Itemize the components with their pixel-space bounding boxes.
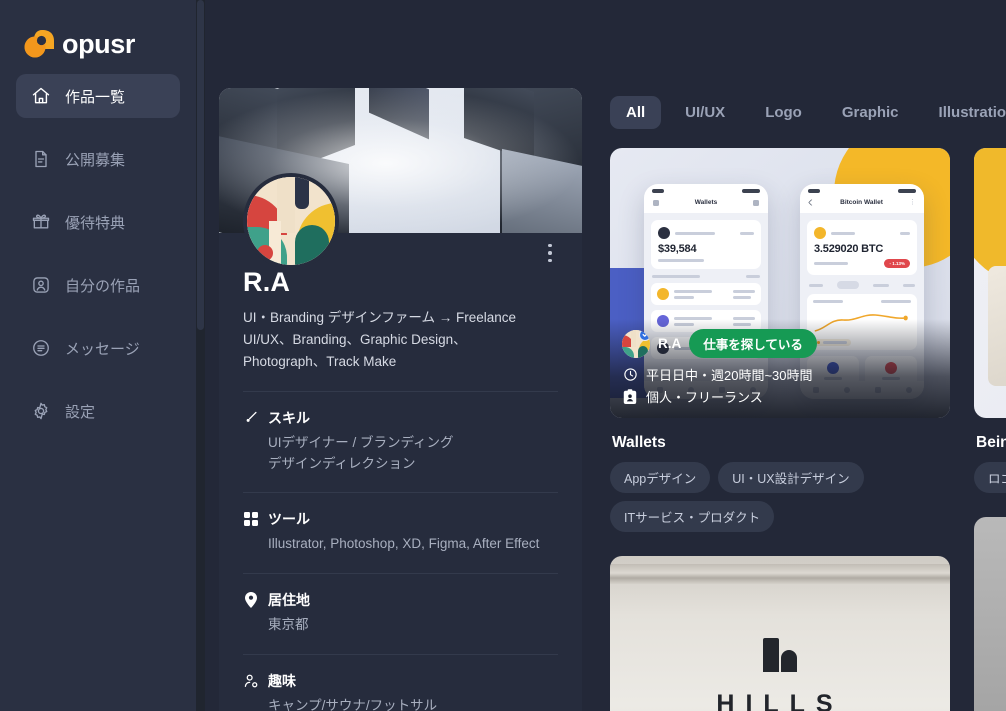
- change-badge: - 1.13%: [884, 259, 910, 268]
- work-card-hills[interactable]: HILLS REAL STATE: [610, 556, 950, 711]
- app-window: opusr 作品一覧 公開募集 優待特典 自分の作品 メッセージ 設定 R.A …: [0, 0, 1006, 711]
- profile-detail-location: 居住地 東京都: [219, 574, 582, 636]
- person-search-icon: [243, 673, 259, 689]
- document-icon: [30, 149, 51, 170]
- signage-logo: HILLS REAL STATE: [610, 638, 950, 711]
- sidebar-item-works[interactable]: 作品一覧: [16, 74, 180, 118]
- profile-bio-line: UI・Branding デザインファーム → Freelance: [243, 310, 517, 325]
- profile-detail-title: 趣味: [268, 673, 296, 690]
- filter-tabs: All UI/UX Logo Graphic Illustration: [610, 96, 1006, 129]
- work-tags: ロゴ 飲食: [974, 462, 1006, 493]
- tab-graphic[interactable]: Graphic: [826, 96, 915, 129]
- message-icon: [30, 338, 51, 359]
- id-badge-icon: [622, 388, 638, 405]
- tag[interactable]: ITサービス・プロダクト: [610, 501, 775, 532]
- works-column: Beint ロゴ 飲食: [974, 148, 1006, 711]
- work-thumbnail[interactable]: Wallets $39,584 Bitcoin Wallet ⋮ 3.52902…: [610, 148, 950, 418]
- hills-real-state-signage-photo: HILLS REAL STATE: [610, 556, 950, 711]
- phone-screen-title: Bitcoin Wallet: [840, 199, 883, 206]
- profile-detail-hobby: 趣味 キャンプ/サウナ/フットサル: [219, 655, 582, 711]
- opusr-leaf-logo-icon: [22, 28, 56, 61]
- sidebar-nav: 作品一覧 公開募集 優待特典 自分の作品 メッセージ 設定: [0, 70, 196, 433]
- page-title: R.A: [243, 267, 291, 297]
- profile-card: R.A UI・Branding デザインファーム → Freelance UI/…: [219, 88, 582, 711]
- home-icon: [30, 86, 51, 107]
- page-scrollbar[interactable]: [196, 0, 205, 711]
- wallet-balance: $39,584: [658, 243, 697, 255]
- location-pin-icon: [243, 592, 259, 609]
- work-author-overlay: R.A 仕事を探している 平日日中・週20時間~30時間 個人・フリーランス: [610, 319, 950, 418]
- status-badge: 仕事を探している: [689, 329, 817, 358]
- scrollbar-thumb[interactable]: [197, 0, 204, 330]
- worktype-text: 個人・フリーランス: [646, 390, 763, 405]
- kebab-menu-icon[interactable]: [538, 241, 562, 265]
- clock-icon: [622, 367, 638, 382]
- work-thumbnail[interactable]: [974, 517, 1006, 711]
- sidebar-item-open-calls[interactable]: 公開募集: [16, 137, 180, 181]
- signage-brand: HILLS: [716, 690, 844, 711]
- brand-name: opusr: [62, 28, 136, 59]
- grey-photo: [974, 517, 1006, 711]
- avatar: [243, 173, 339, 269]
- tab-uiux[interactable]: UI/UX: [669, 96, 741, 129]
- verified-check-icon: [639, 329, 650, 341]
- availability-text: 平日日中・週20時間~30時間: [646, 368, 813, 383]
- works-column: Wallets $39,584 Bitcoin Wallet ⋮ 3.52902…: [610, 148, 950, 711]
- sidebar-item-my-works[interactable]: 自分の作品: [16, 263, 180, 307]
- brand-logo[interactable]: opusr: [0, 0, 196, 70]
- sidebar-item-label: 自分の作品: [65, 277, 141, 295]
- sidebar-item-benefits[interactable]: 優待特典: [16, 200, 180, 244]
- yellow-branding-packaging-photo: [974, 148, 1006, 418]
- tag[interactable]: ロゴ: [974, 462, 1006, 493]
- packaging-bag: [988, 266, 1006, 386]
- profile-detail-skill: スキル UIデザイナー / ブランディング デザインディレクション: [219, 392, 582, 475]
- tag[interactable]: Appデザイン: [610, 462, 711, 493]
- profile-detail-title: ツール: [268, 511, 310, 528]
- tab-illustration[interactable]: Illustration: [923, 96, 1006, 129]
- tag[interactable]: UI・UX設計デザイン: [718, 462, 864, 493]
- sidebar-item-label: 作品一覧: [65, 88, 126, 106]
- profile-bio: UI・Branding デザインファーム → Freelance UI/UX、B…: [243, 307, 558, 373]
- sidebar: opusr 作品一覧 公開募集 優待特典 自分の作品 メッセージ 設定: [0, 0, 196, 711]
- sidebar-item-settings[interactable]: 設定: [16, 389, 180, 433]
- sidebar-item-label: 優待特典: [65, 214, 126, 232]
- hills-mark-icon: [610, 638, 950, 672]
- main-content: R.A UI・Branding デザインファーム → Freelance UI/…: [196, 0, 1006, 711]
- profile-detail-value: Illustrator, Photoshop, XD, Figma, After…: [268, 536, 540, 552]
- work-thumbnail[interactable]: HILLS REAL STATE: [610, 556, 950, 711]
- works-grid: Wallets $39,584 Bitcoin Wallet ⋮ 3.52902…: [610, 148, 1006, 711]
- work-title: Wallets: [612, 434, 666, 451]
- tab-all[interactable]: All: [610, 96, 662, 129]
- profile-detail-value: 東京都: [268, 617, 309, 633]
- gift-icon: [30, 212, 51, 233]
- work-card-beint[interactable]: Beint ロゴ 飲食: [974, 148, 1006, 493]
- bitcoin-amount: 3.529020 BTC: [814, 243, 884, 255]
- grid-icon: [243, 511, 259, 527]
- wall-moulding: [610, 564, 950, 584]
- gear-icon: [30, 401, 51, 422]
- sidebar-item-label: 公開募集: [65, 151, 126, 169]
- profile-detail-title: スキル: [268, 409, 310, 426]
- work-card-placeholder[interactable]: [974, 517, 1006, 711]
- work-thumbnail[interactable]: [974, 148, 1006, 418]
- profile-detail-value: キャンプ/サウナ/フットサル: [268, 698, 438, 711]
- sidebar-item-messages[interactable]: メッセージ: [16, 326, 180, 370]
- profile-detail-tools: ツール Illustrator, Photoshop, XD, Figma, A…: [219, 493, 582, 555]
- work-card-wallets[interactable]: Wallets $39,584 Bitcoin Wallet ⋮ 3.52902…: [610, 148, 950, 532]
- profile-detail-value: UIデザイナー / ブランディング デザインディレクション: [268, 434, 454, 471]
- brush-icon: [243, 410, 259, 426]
- profile-bio-line: Photograph、Track Make: [243, 353, 397, 369]
- work-title: Beint: [976, 434, 1006, 451]
- profile-bio-line: UI/UX、Branding、Graphic Design、: [243, 331, 467, 347]
- profile-detail-title: 居住地: [268, 592, 310, 609]
- author-name: R.A: [658, 336, 682, 351]
- id-card-icon: [30, 275, 51, 296]
- phone-screen-title: Wallets: [694, 199, 718, 206]
- sidebar-item-label: 設定: [65, 403, 96, 421]
- sidebar-item-label: メッセージ: [65, 340, 140, 358]
- avatar: [622, 329, 650, 358]
- tab-logo[interactable]: Logo: [749, 96, 818, 129]
- work-tags: Appデザイン UI・UX設計デザイン ITサービス・プロダクト: [610, 462, 950, 532]
